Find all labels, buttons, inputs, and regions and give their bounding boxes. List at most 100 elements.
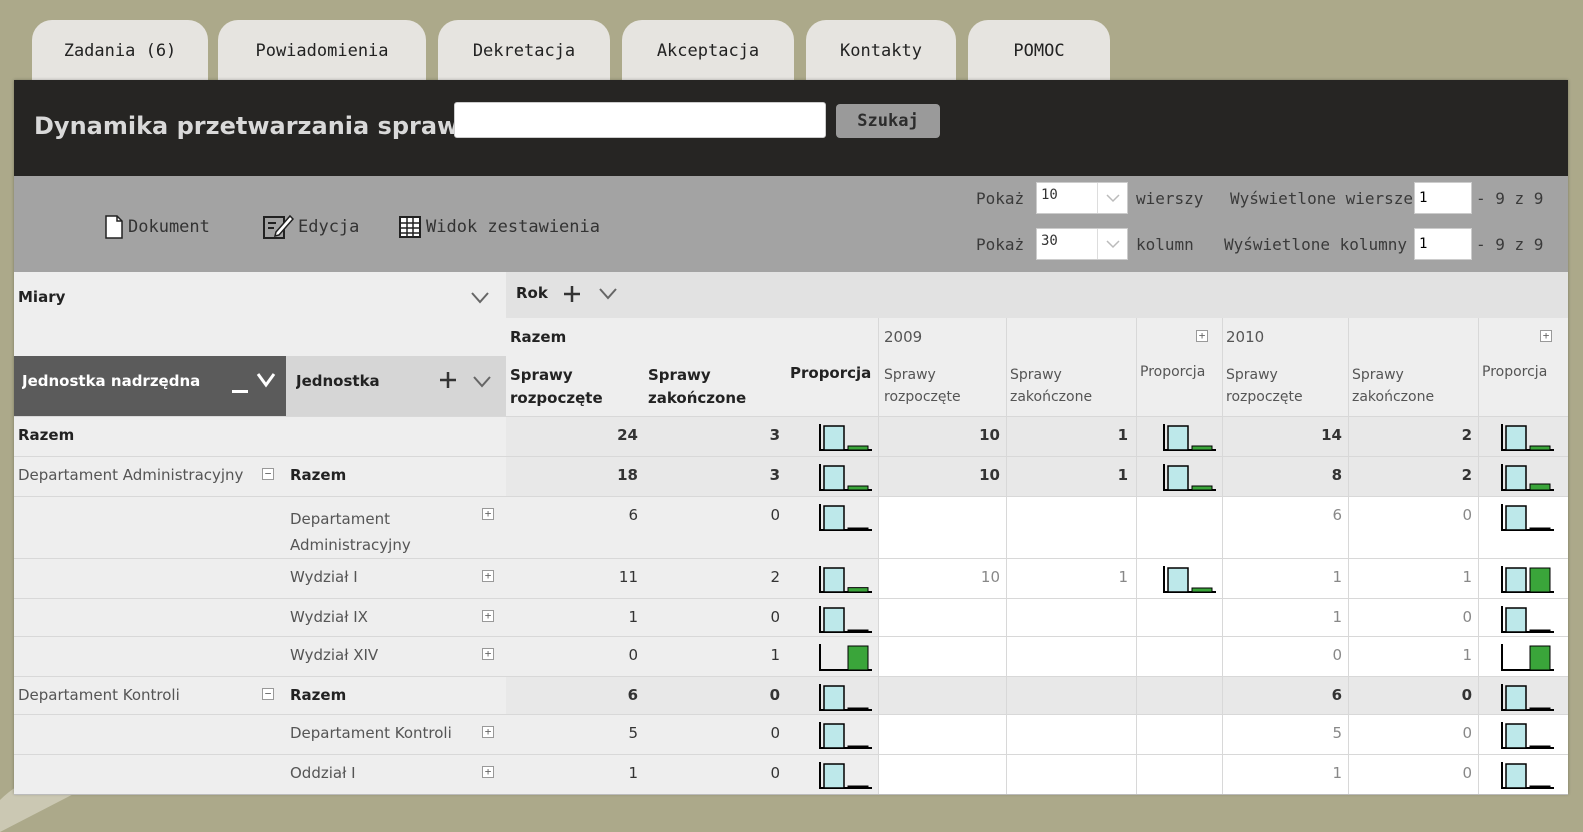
edit-label: Edycja bbox=[298, 217, 360, 237]
rows-select-value: 10 bbox=[1041, 187, 1058, 203]
y2010-started-value: 6 bbox=[1332, 506, 1342, 524]
show-cols-label: Pokaż bbox=[976, 235, 1025, 254]
y2010-started-header: Sprawy rozpoczęte bbox=[1226, 367, 1303, 405]
collapse-dept-kontroli-icon[interactable]: − bbox=[262, 688, 274, 700]
expand-oddzial-i-icon[interactable]: + bbox=[482, 766, 494, 778]
y2010-finished-value: 2 bbox=[1461, 466, 1472, 484]
proportion-chart-icon bbox=[819, 684, 872, 711]
finished-bar bbox=[1529, 527, 1551, 531]
row-dim-parent-chevron-down-icon[interactable] bbox=[256, 372, 276, 392]
row-label-dept-admin: Departament Administracyjny bbox=[18, 466, 244, 484]
show-rows-label: Pokaż bbox=[976, 189, 1025, 208]
started-bar bbox=[1167, 567, 1189, 593]
title-bar: Dynamika przetwarzania spraw Szukaj bbox=[14, 80, 1568, 176]
proportion-chart-icon bbox=[1501, 684, 1554, 711]
column-dimension-chevron-down-icon[interactable] bbox=[598, 286, 618, 305]
tab-powiadomienia[interactable]: Powiadomienia bbox=[218, 20, 426, 82]
expand-dept-kontroli-unit-icon[interactable]: + bbox=[482, 726, 494, 738]
y2009-started-header: Sprawy rozpoczęte bbox=[884, 367, 961, 405]
tab-akceptacja[interactable]: Akceptacja bbox=[622, 20, 794, 82]
tab-zadania[interactable]: Zadania (6) bbox=[32, 20, 208, 82]
y2010-finished-value: 0 bbox=[1461, 686, 1472, 704]
collapse-dept-admin-icon[interactable]: − bbox=[262, 468, 274, 480]
row-label-dept-kontroli-total: Razem bbox=[290, 686, 347, 704]
year-group-2009: 2009 bbox=[884, 328, 923, 346]
summary-view-button[interactable]: Widok zestawienia bbox=[398, 212, 600, 242]
chevron-down-icon bbox=[1097, 183, 1127, 213]
y2010-started-value: 8 bbox=[1331, 466, 1342, 484]
row-label-dept-kontroli-unit: Departament Kontroli bbox=[290, 724, 452, 742]
proportion-chart-icon bbox=[819, 722, 872, 749]
finished-bar bbox=[1191, 587, 1213, 593]
started-bar bbox=[823, 425, 845, 451]
proportion-chart-icon bbox=[1501, 722, 1554, 749]
row-label-dept-admin-total: Razem bbox=[290, 466, 347, 484]
y2009-finished-value: 1 bbox=[1117, 466, 1128, 484]
add-row-dim-plus-icon[interactable] bbox=[438, 370, 458, 394]
expand-dept-admin-unit-icon[interactable]: + bbox=[482, 508, 494, 520]
started-bar bbox=[1505, 723, 1527, 749]
expand-2009-icon[interactable]: + bbox=[1196, 330, 1208, 342]
row-divider bbox=[14, 456, 1568, 457]
row-divider bbox=[14, 676, 1568, 677]
expand-wydzial-ix-icon[interactable]: + bbox=[482, 610, 494, 622]
add-dimension-plus-icon[interactable] bbox=[562, 284, 582, 308]
y2009-proportion-header: Proporcja bbox=[1140, 364, 1206, 380]
y2009-finished-header: Sprawy zakończone bbox=[1010, 367, 1093, 405]
proportion-chart-icon bbox=[819, 606, 872, 633]
started-bar bbox=[1505, 567, 1527, 593]
column-dimension-bar bbox=[506, 272, 1568, 318]
rows-select[interactable]: 10 bbox=[1036, 182, 1128, 214]
finished-bar bbox=[1529, 745, 1551, 749]
row-label-dept-admin-unit: Departament Administracyjny bbox=[290, 510, 411, 554]
displayed-rows-input[interactable] bbox=[1414, 182, 1472, 214]
search-button[interactable]: Szukaj bbox=[836, 104, 940, 138]
measures-label: Miary bbox=[18, 288, 66, 306]
document-button[interactable]: Dokument bbox=[104, 212, 210, 242]
finished-bar bbox=[1191, 485, 1213, 491]
total-started-header: Sprawy rozpoczęte bbox=[510, 366, 603, 407]
row-divider bbox=[14, 416, 1568, 417]
column-divider bbox=[1348, 318, 1349, 794]
tab-dekretacja[interactable]: Dekretacja bbox=[438, 20, 610, 82]
displayed-cols-input[interactable] bbox=[1414, 228, 1472, 260]
column-divider bbox=[1222, 318, 1223, 794]
started-bar bbox=[823, 763, 845, 789]
proportion-chart-icon bbox=[819, 504, 872, 531]
search-input[interactable] bbox=[454, 102, 826, 138]
expand-2010-icon[interactable]: + bbox=[1540, 330, 1552, 342]
measures-chevron-down-icon[interactable] bbox=[470, 290, 490, 309]
cols-select[interactable]: 30 bbox=[1036, 228, 1128, 260]
proportion-chart-icon bbox=[1501, 464, 1554, 491]
collapse-minus-icon[interactable] bbox=[232, 380, 248, 399]
proportion-chart-icon bbox=[819, 424, 872, 451]
started-bar bbox=[1505, 763, 1527, 789]
y2010-finished-value: 0 bbox=[1462, 506, 1472, 524]
total-finished-value: 0 bbox=[770, 764, 780, 782]
y2010-finished-value: 0 bbox=[1462, 764, 1472, 782]
displayed-cols-suffix: - 9 z 9 bbox=[1476, 235, 1544, 254]
row-dim-unit-chevron-down-icon[interactable] bbox=[472, 374, 492, 393]
total-started-value: 1 bbox=[628, 764, 638, 782]
finished-bar bbox=[847, 587, 869, 593]
tab-kontakty[interactable]: Kontakty bbox=[806, 20, 956, 82]
y2010-proportion-header: Proporcja bbox=[1482, 364, 1548, 380]
finished-bar bbox=[1529, 707, 1551, 711]
year-group-total: Razem bbox=[510, 328, 567, 346]
proportion-chart-icon bbox=[819, 464, 872, 491]
edit-button[interactable]: Edycja bbox=[262, 212, 359, 242]
y2009-started-value: 10 bbox=[979, 426, 1000, 444]
started-bar bbox=[823, 505, 845, 531]
started-bar bbox=[823, 567, 845, 593]
started-bar bbox=[1505, 685, 1527, 711]
expand-wydzial-xiv-icon[interactable]: + bbox=[482, 648, 494, 660]
tab-pomoc[interactable]: POMOC bbox=[968, 20, 1110, 82]
total-finished-value: 0 bbox=[769, 686, 780, 704]
displayed-cols-label: Wyświetlone kolumny bbox=[1224, 235, 1408, 254]
finished-bar bbox=[847, 445, 869, 451]
row-label-wydzial-i: Wydział I bbox=[290, 568, 358, 586]
total-finished-value: 3 bbox=[769, 466, 780, 484]
page-title: Dynamika przetwarzania spraw bbox=[34, 112, 460, 140]
proportion-chart-icon bbox=[1501, 762, 1554, 789]
expand-wydzial-i-icon[interactable]: + bbox=[482, 570, 494, 582]
